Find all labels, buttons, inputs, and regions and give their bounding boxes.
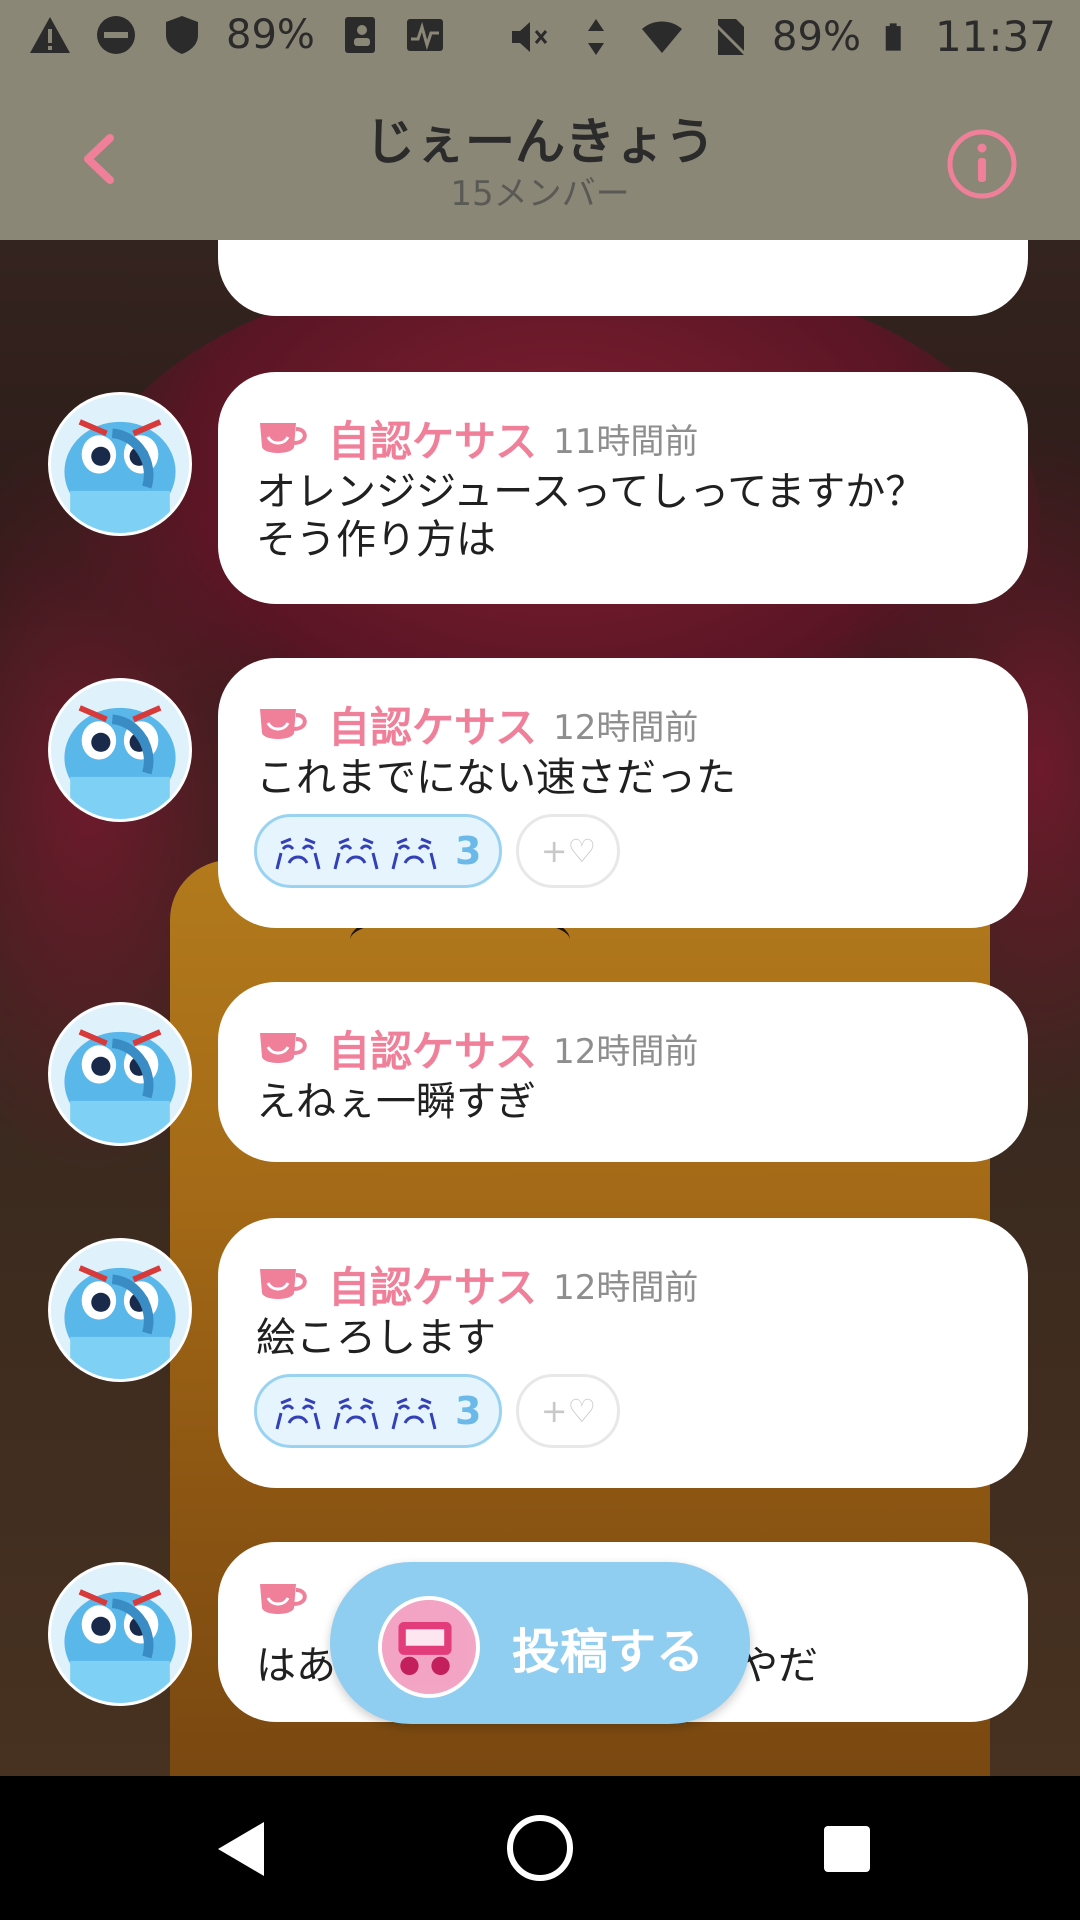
avatar[interactable] [48, 678, 192, 822]
add-reaction-button[interactable]: +♡ [516, 814, 621, 888]
contacts-icon [344, 17, 375, 53]
post-button[interactable]: 投稿する [330, 1562, 750, 1724]
message-bubble[interactable]: 自認ケサス 12時間前 絵ころします 3 +♡ [218, 1218, 1028, 1488]
status-bar: 89% 89% 11:37 [0, 0, 1080, 78]
nav-home-icon[interactable] [500, 1808, 580, 1888]
message-text: 絵ころします [256, 1315, 496, 1361]
message-bubble-partial: がと +♡ [218, 240, 1028, 316]
activity-icon [406, 19, 443, 51]
message-text-end: やだ [738, 1643, 818, 1689]
avatar[interactable] [48, 1238, 192, 1382]
author-name[interactable]: 自認ケサス [328, 1018, 537, 1079]
timestamp: 11時間前 [553, 422, 699, 462]
clock: 11:37 [934, 12, 1056, 61]
author-name[interactable]: 自認ケサス [328, 1254, 537, 1315]
author-name[interactable]: 自認ケサス [328, 694, 537, 755]
cup-icon [260, 1268, 307, 1299]
mute-icon [512, 21, 548, 52]
crying-face-icon [391, 1397, 437, 1430]
data-transfer-icon [588, 18, 605, 55]
reaction-count: 3 [455, 1389, 482, 1433]
crying-face-icon [391, 837, 437, 870]
nav-recents-icon[interactable] [812, 1814, 882, 1884]
shield-icon [166, 16, 198, 54]
message-text: オレンジジュースってしってますか？ そう作り方は [256, 469, 926, 563]
wifi-icon [642, 21, 683, 53]
timestamp: 12時間前 [553, 1032, 699, 1072]
cup-icon [260, 1032, 307, 1063]
avatar[interactable] [48, 1562, 192, 1706]
message-bubble[interactable]: 自認ケサス 12時間前 これまでにない速さだった 3 +♡ [218, 658, 1028, 928]
crying-face-icon [275, 1397, 321, 1430]
reaction-chip-crying[interactable]: 3 [254, 1374, 503, 1448]
battery-icon [885, 22, 901, 51]
chat-title: じぇーんきょう [365, 113, 715, 171]
crying-face-icon [275, 837, 321, 870]
reaction-count: 3 [455, 829, 482, 873]
cup-icon [260, 708, 307, 739]
chat-header: じぇーんきょう 15メンバー [0, 78, 1080, 240]
crying-face-icon [333, 1397, 379, 1430]
battery-percent-right: 89% [772, 13, 861, 60]
do-not-disturb-icon [97, 16, 135, 54]
timestamp: 12時間前 [553, 708, 699, 748]
timestamp: 12時間前 [553, 1268, 699, 1308]
reaction-chip-crying[interactable]: 3 [254, 814, 503, 888]
navigation-bar [0, 1776, 1080, 1920]
member-count[interactable]: 15メンバー [0, 166, 1080, 215]
no-sim-icon [710, 18, 748, 56]
message-feed[interactable]: がと +♡ 自認ケサス 11時間前 オレンジジュースってしってますか？ そう作り… [0, 240, 1080, 1776]
crying-face-icon [333, 837, 379, 870]
nav-back-icon[interactable] [206, 1814, 276, 1884]
avatar[interactable] [48, 1002, 192, 1146]
warning-icon [30, 17, 70, 53]
message-text: えねぇ一瞬すぎ [256, 1079, 536, 1125]
author-name[interactable]: 自認ケサス [328, 408, 537, 469]
cup-icon [260, 1584, 307, 1614]
battery-percent-left: 89% [226, 12, 315, 58]
cup-icon [260, 422, 307, 453]
message-bubble[interactable]: 自認ケサス 11時間前 オレンジジュースってしってますか？ そう作り方は [218, 372, 1028, 604]
post-button-label: 投稿する [512, 1624, 705, 1680]
user-avatar [378, 1596, 480, 1698]
message-bubble[interactable]: 自認ケサス 12時間前 えねぇ一瞬すぎ [218, 982, 1028, 1162]
message-text: これまでにない速さだった [256, 755, 736, 801]
avatar[interactable] [48, 392, 192, 536]
info-icon[interactable] [946, 128, 1018, 200]
add-reaction-button[interactable]: +♡ [516, 1374, 621, 1448]
